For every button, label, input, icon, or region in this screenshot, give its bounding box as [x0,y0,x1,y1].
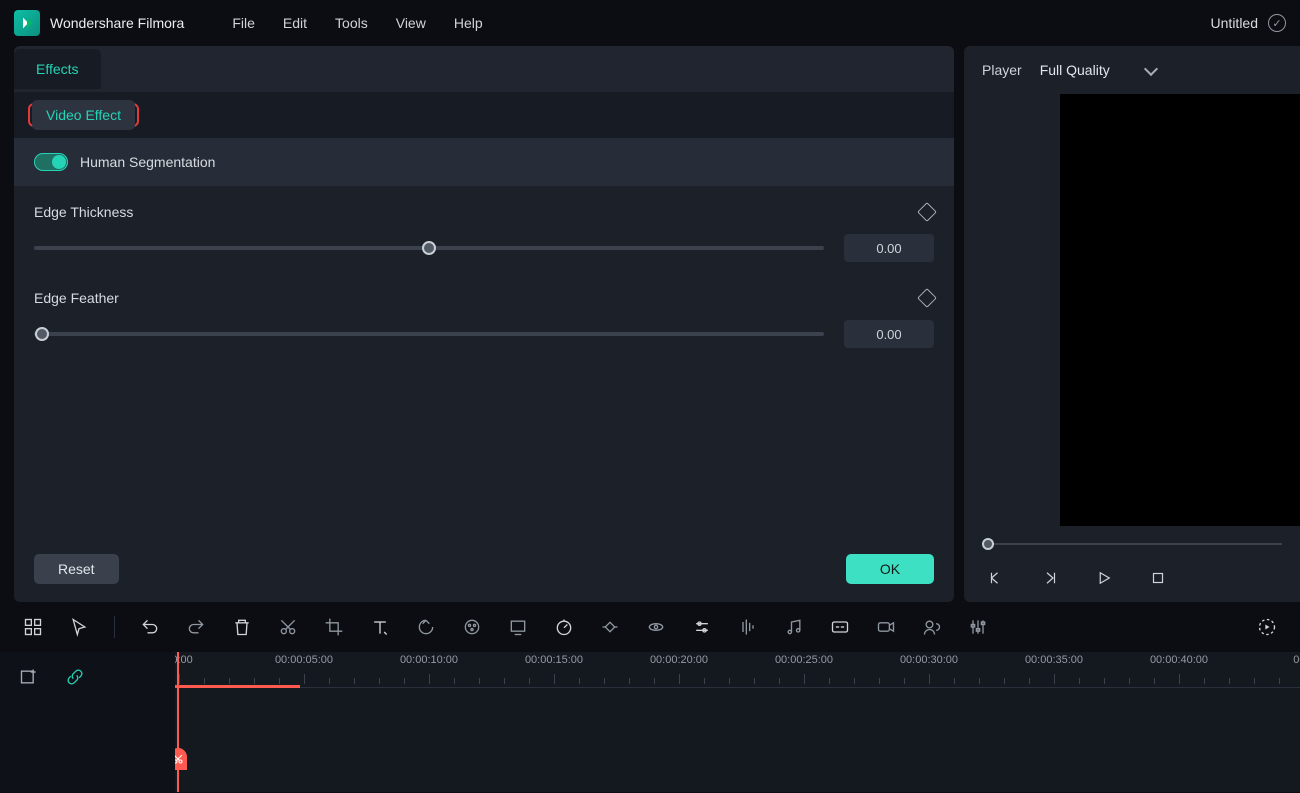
playback-progress[interactable] [982,538,1282,550]
subtitle-icon[interactable] [829,616,851,638]
render-icon[interactable] [1256,616,1278,638]
edge-feather-slider[interactable] [34,327,824,341]
green-screen-icon[interactable] [507,616,529,638]
ruler-label: 00:00:05:00 [275,654,333,666]
redo-icon[interactable] [185,616,207,638]
menu-help[interactable]: Help [454,15,483,31]
edge-thickness-value[interactable]: 0.00 [844,234,934,262]
ruler-label: 00:00:20:00 [650,654,708,666]
add-track-icon[interactable] [18,666,40,688]
player-panel: Player Full Quality [964,46,1300,602]
cloud-check-icon[interactable]: ✓ [1268,14,1286,32]
play-button[interactable] [1094,568,1114,588]
next-frame-button[interactable] [1040,568,1060,588]
link-icon[interactable] [64,666,86,688]
ruler-label: 00:00:15:00 [525,654,583,666]
edge-feather-value[interactable]: 0.00 [844,320,934,348]
audio-icon[interactable] [737,616,759,638]
timeline: 00:0000:00:05:0000:00:10:0000:00:15:0000… [0,652,1300,792]
menu-tools[interactable]: Tools [335,15,368,31]
chevron-down-icon [1144,61,1158,75]
ruler-label: 00:0 [1293,654,1300,666]
keyframe-icon[interactable] [917,288,937,308]
ruler-label: 00:00:35:00 [1025,654,1083,666]
panel-footer: Reset OK [14,554,954,602]
panel-tabs: Effects [14,46,954,92]
ok-button[interactable]: OK [846,554,934,584]
params-area: Edge Thickness 0.00 Edge Feather [14,186,954,554]
video-effect-chip[interactable]: Video Effect [32,100,135,130]
human-segmentation-toggle[interactable] [34,153,68,171]
stop-button[interactable] [1148,568,1168,588]
prev-frame-button[interactable] [986,568,1006,588]
delete-icon[interactable] [231,616,253,638]
record-icon[interactable] [875,616,897,638]
playhead-line[interactable] [177,652,179,792]
mixer-icon[interactable] [967,616,989,638]
speed-icon[interactable] [553,616,575,638]
ruler-label: 00:00:25:00 [775,654,833,666]
main-menus: File Edit Tools View Help [232,15,482,31]
menu-edit[interactable]: Edit [283,15,307,31]
voiceover-icon[interactable] [921,616,943,638]
reset-button[interactable]: Reset [34,554,119,584]
human-segmentation-row: Human Segmentation [14,138,954,186]
edge-thickness-slider[interactable] [34,241,824,255]
top-menu-bar: Wondershare Filmora File Edit Tools View… [0,0,1300,46]
player-label: Player [982,62,1022,78]
menu-file[interactable]: File [232,15,255,31]
playhead-handle[interactable] [175,748,187,770]
human-segmentation-label: Human Segmentation [80,154,215,170]
quality-select[interactable]: Full Quality [1040,62,1156,78]
timeline-left-tools [0,652,175,792]
effects-panel: Effects Video Effect Human Segmentation … [14,46,954,602]
document-title: Untitled [1211,15,1258,31]
time-ruler[interactable]: 00:0000:00:05:0000:00:10:0000:00:15:0000… [175,652,1300,688]
edge-thickness-label: Edge Thickness [34,204,133,220]
edge-feather-label: Edge Feather [34,290,119,306]
param-edge-thickness: Edge Thickness 0.00 [34,204,934,262]
color-icon[interactable] [461,616,483,638]
ruler-label: 00:00:40:00 [1150,654,1208,666]
music-icon[interactable] [783,616,805,638]
timeline-toolbar [0,602,1300,652]
mask-icon[interactable] [645,616,667,638]
crop-icon[interactable] [323,616,345,638]
preview-viewport[interactable] [1060,94,1300,526]
cut-icon[interactable] [277,616,299,638]
quality-value: Full Quality [1040,62,1110,78]
speed-back-icon[interactable] [415,616,437,638]
text-icon[interactable] [369,616,391,638]
highlight-outline: Video Effect [28,103,139,127]
adjust-icon[interactable] [691,616,713,638]
timeline-track-area[interactable]: 00:0000:00:05:0000:00:10:0000:00:15:0000… [175,652,1300,792]
separator [114,616,115,638]
layout-icon[interactable] [22,616,44,638]
cursor-icon[interactable] [68,616,90,638]
tab-effects[interactable]: Effects [14,49,101,89]
player-controls [964,526,1300,602]
keyframe-icon[interactable] [917,202,937,222]
undo-icon[interactable] [139,616,161,638]
app-title: Wondershare Filmora [50,15,184,31]
param-edge-feather: Edge Feather 0.00 [34,290,934,348]
work-area-range[interactable] [175,685,300,688]
section-row: Video Effect [14,92,954,138]
ruler-label: 00:00:10:00 [400,654,458,666]
keyframe-tool-icon[interactable] [599,616,621,638]
ruler-label: 00:00:30:00 [900,654,958,666]
app-logo [14,10,40,36]
menu-view[interactable]: View [396,15,426,31]
